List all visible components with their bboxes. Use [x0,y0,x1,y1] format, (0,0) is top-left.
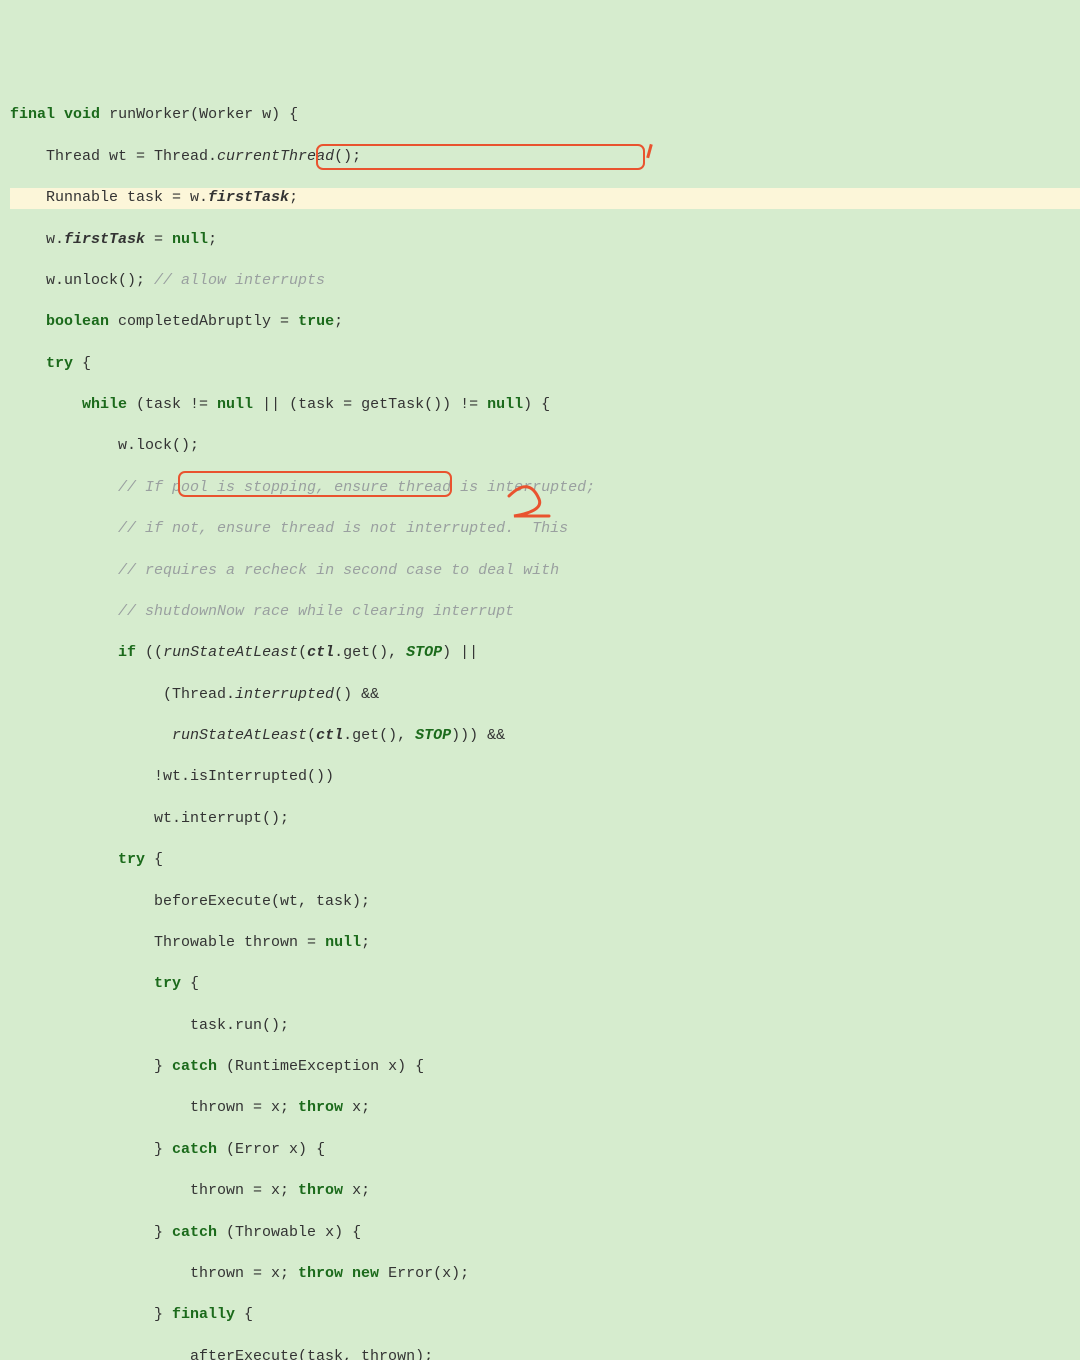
code-line: // if not, ensure thread is not interrup… [10,519,1080,540]
code-line: beforeExecute(wt, task); [10,892,1080,913]
code-line: } catch (Throwable x) { [10,1223,1080,1244]
code-line: } catch (Error x) { [10,1140,1080,1161]
code-line: try { [10,974,1080,995]
code-line: // requires a recheck in second case to … [10,561,1080,582]
code-line: runStateAtLeast(ctl.get(), STOP))) && [10,726,1080,747]
code-line: !wt.isInterrupted()) [10,767,1080,788]
code-line: try { [10,850,1080,871]
code-line: task.run(); [10,1016,1080,1037]
code-line: final void runWorker(Worker w) { [10,105,1080,126]
code-line: // shutdownNow race while clearing inter… [10,602,1080,623]
code-line: thrown = x; throw x; [10,1181,1080,1202]
code-line: boolean completedAbruptly = true; [10,312,1080,333]
code-line: Thread wt = Thread.currentThread(); [10,147,1080,168]
code-line: } finally { [10,1305,1080,1326]
code-line: thrown = x; throw x; [10,1098,1080,1119]
code-line: if ((runStateAtLeast(ctl.get(), STOP) || [10,643,1080,664]
code-line: try { [10,354,1080,375]
code-line: w.firstTask = null; [10,230,1080,251]
code-line: wt.interrupt(); [10,809,1080,830]
code-block: final void runWorker(Worker w) { Thread … [0,83,1080,1360]
code-line: // If pool is stopping, ensure thread is… [10,478,1080,499]
code-line: } catch (RuntimeException x) { [10,1057,1080,1078]
code-line: Throwable thrown = null; [10,933,1080,954]
code-line: while (task != null || (task = getTask()… [10,395,1080,416]
code-line: thrown = x; throw new Error(x); [10,1264,1080,1285]
code-line: w.lock(); [10,436,1080,457]
code-line: (Thread.interrupted() && [10,685,1080,706]
code-line: w.unlock(); // allow interrupts [10,271,1080,292]
highlighted-line: Runnable task = w.firstTask; [10,188,1080,209]
code-line: afterExecute(task, thrown); [10,1347,1080,1360]
